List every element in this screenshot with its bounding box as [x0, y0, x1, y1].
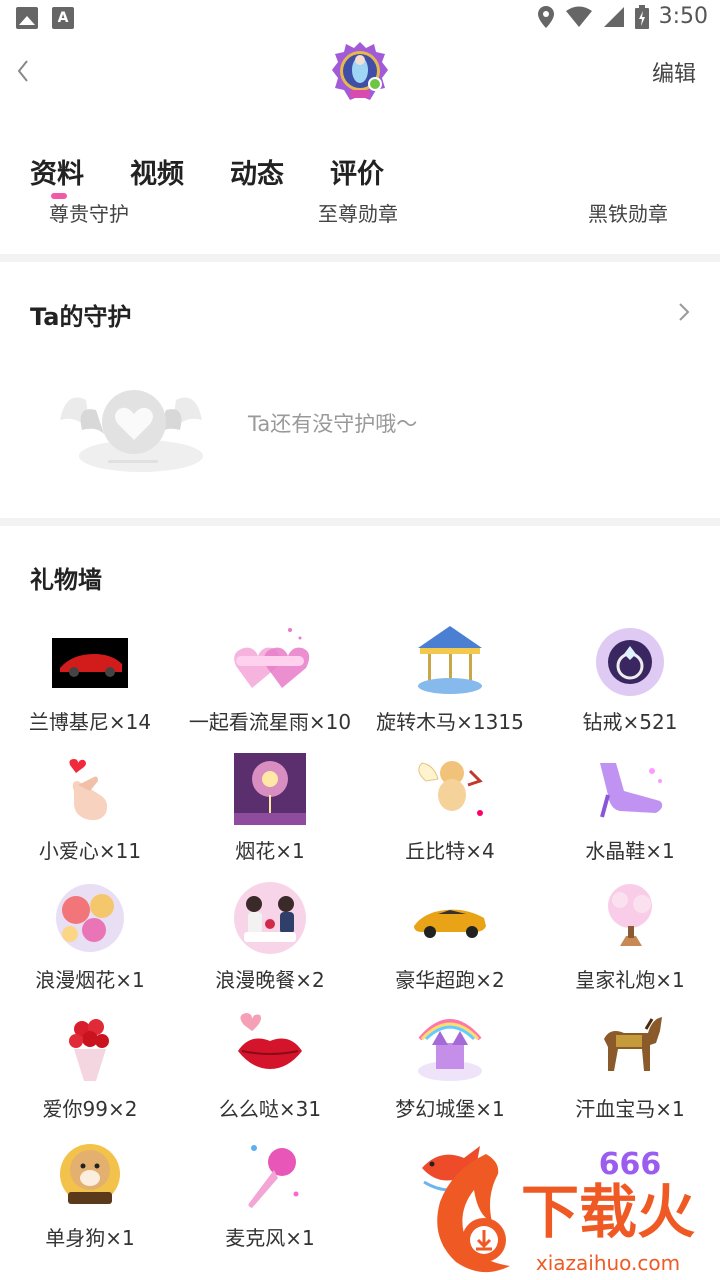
dream-castle-icon [418, 1019, 482, 1081]
gift-item[interactable]: 浪漫晚餐×2 [180, 878, 360, 1008]
wifi-icon [565, 6, 592, 27]
tab-videos[interactable]: 视频 [130, 152, 184, 191]
battery-charging-icon [634, 4, 649, 29]
medal-iron[interactable]: 黑铁勋章 [588, 198, 668, 227]
single-dog-icon [60, 1144, 120, 1204]
fireworks-icon [234, 753, 306, 825]
gift-item[interactable]: 么么哒×31 [180, 1007, 360, 1137]
carousel-icon [418, 626, 482, 694]
rose-bouquet-icon [69, 1019, 109, 1081]
gift-item[interactable]: 丘比特×4 [360, 749, 540, 879]
gift-item[interactable]: 旋转木马×1315 [360, 620, 540, 750]
finger-heart-icon [69, 759, 108, 821]
chevron-right-icon[interactable] [676, 301, 692, 323]
supercar-icon [414, 909, 486, 938]
tab-profile[interactable]: 资料 [30, 152, 84, 191]
gift-item[interactable]: 爱你99×2 [0, 1007, 180, 1137]
gift-item[interactable]: 单身狗×1 [0, 1136, 180, 1266]
gift-item[interactable]: 麦克风×1 [180, 1136, 360, 1266]
gift-item[interactable]: 梦幻城堡×1 [360, 1007, 540, 1137]
gift-item[interactable]: 兰博基尼×14 [0, 620, 180, 750]
profile-tabs: 资料 视频 动态 评价 [30, 152, 384, 191]
gift-item[interactable]: 一起看流星雨×10 [180, 620, 360, 750]
gift-item[interactable]: 烟花×1 [180, 749, 360, 879]
guard-section-title: Ta的守护 [30, 303, 132, 331]
horse-icon [604, 1017, 662, 1071]
kiss-lips-icon [238, 1013, 302, 1069]
meteor-hearts-icon [234, 628, 310, 688]
watermark-domain: xiazaihuo.com [536, 1251, 680, 1275]
cupid-icon [418, 761, 483, 816]
gift-item[interactable]: 水晶鞋×1 [540, 749, 720, 879]
watermark-brand: 下载火 [521, 1178, 695, 1246]
gift-item[interactable]: 浪漫烟花×1 [0, 878, 180, 1008]
avatar[interactable] [330, 40, 390, 104]
back-chevron-icon[interactable] [10, 54, 40, 88]
section-divider [0, 518, 720, 526]
romantic-fireworks-icon [56, 884, 124, 952]
medals-row: 尊贵守护 至尊勋章 黑铁勋章 [0, 198, 720, 228]
empty-guard-text: Ta还有没守护哦～ [248, 412, 418, 436]
tab-reviews[interactable]: 评价 [330, 152, 384, 191]
crystal-shoe-icon [600, 763, 663, 818]
a-text-icon: A [52, 7, 74, 29]
gift-wall-title: 礼物墙 [30, 566, 102, 594]
location-icon [537, 5, 554, 28]
gift-item[interactable]: 钻戒×521 [540, 620, 720, 750]
image-icon [16, 7, 38, 29]
gift-item[interactable]: 小爱心×11 [0, 749, 180, 879]
empty-guard-heart-icon [60, 390, 203, 472]
status-bar: A 3:50 [0, 0, 720, 36]
microphone-icon [248, 1145, 299, 1208]
sports-car-icon [52, 638, 128, 688]
diamond-ring-icon [596, 628, 664, 696]
signal-icon [603, 6, 624, 27]
gift-item[interactable]: 汗血宝马×1 [540, 1007, 720, 1137]
gift-item[interactable]: 豪华超跑×2 [360, 878, 540, 1008]
clock: 3:50 [658, 4, 708, 29]
edit-button[interactable]: 编辑 [652, 56, 696, 88]
medal-honor-guard[interactable]: 尊贵守护 [49, 198, 129, 227]
section-divider [0, 254, 720, 262]
medal-supreme[interactable]: 至尊勋章 [318, 198, 398, 227]
romantic-dinner-icon [234, 882, 306, 954]
royal-salute-icon [608, 884, 652, 946]
tab-moments[interactable]: 动态 [230, 152, 284, 191]
gift-item[interactable]: 皇家礼炮×1 [540, 878, 720, 1008]
xiazaihuo-watermark-logo: 下载火 xiazaihuo.com [437, 1154, 695, 1275]
